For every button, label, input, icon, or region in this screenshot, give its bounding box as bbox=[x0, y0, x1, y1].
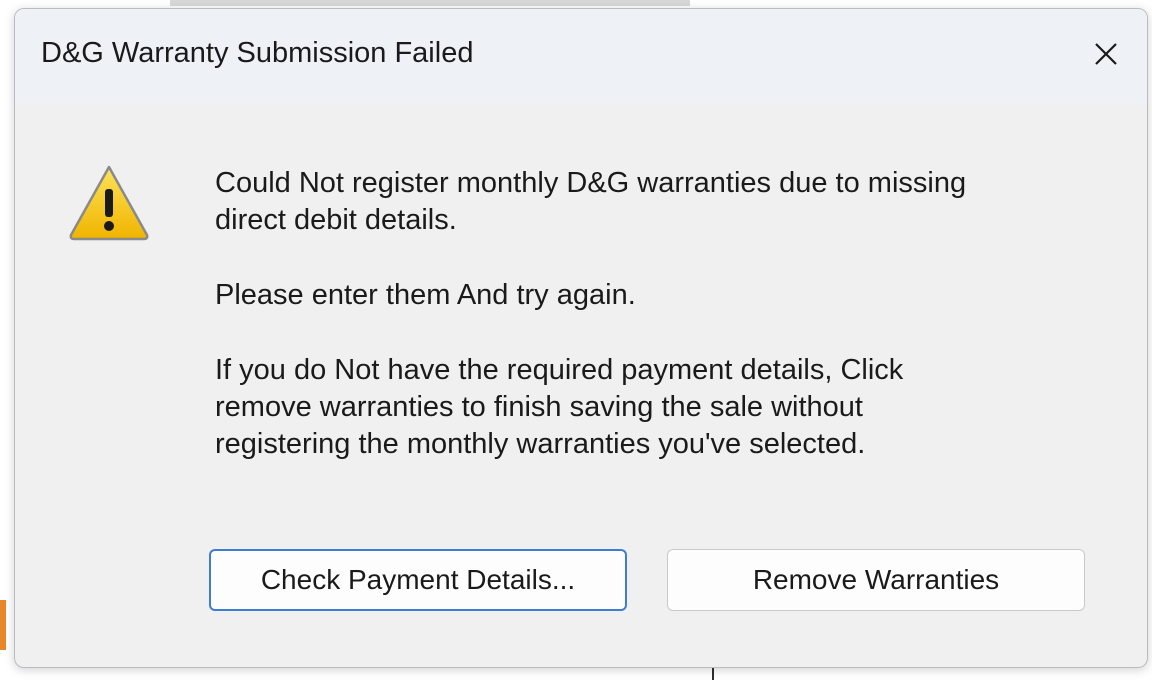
remove-warranties-button[interactable]: Remove Warranties bbox=[667, 549, 1085, 611]
message-paragraph-2: Please enter them And try again. bbox=[215, 279, 636, 311]
background-accent-strip bbox=[0, 600, 6, 650]
close-button[interactable] bbox=[1083, 31, 1129, 77]
dialog-title: D&G Warranty Submission Failed bbox=[41, 37, 474, 69]
warning-icon bbox=[69, 165, 149, 241]
dialog-titlebar: D&G Warranty Submission Failed bbox=[15, 9, 1147, 103]
message-paragraph-3: If you do Not have the required payment … bbox=[215, 354, 904, 460]
check-payment-details-button[interactable]: Check Payment Details... bbox=[209, 549, 627, 611]
close-icon bbox=[1095, 43, 1117, 65]
dialog-message: Could Not register monthly D&G warrantie… bbox=[215, 165, 1095, 501]
background-window-edge bbox=[170, 0, 690, 6]
error-dialog: D&G Warranty Submission Failed Could Not… bbox=[14, 8, 1148, 668]
message-paragraph-1: Could Not register monthly D&G warrantie… bbox=[215, 167, 967, 236]
